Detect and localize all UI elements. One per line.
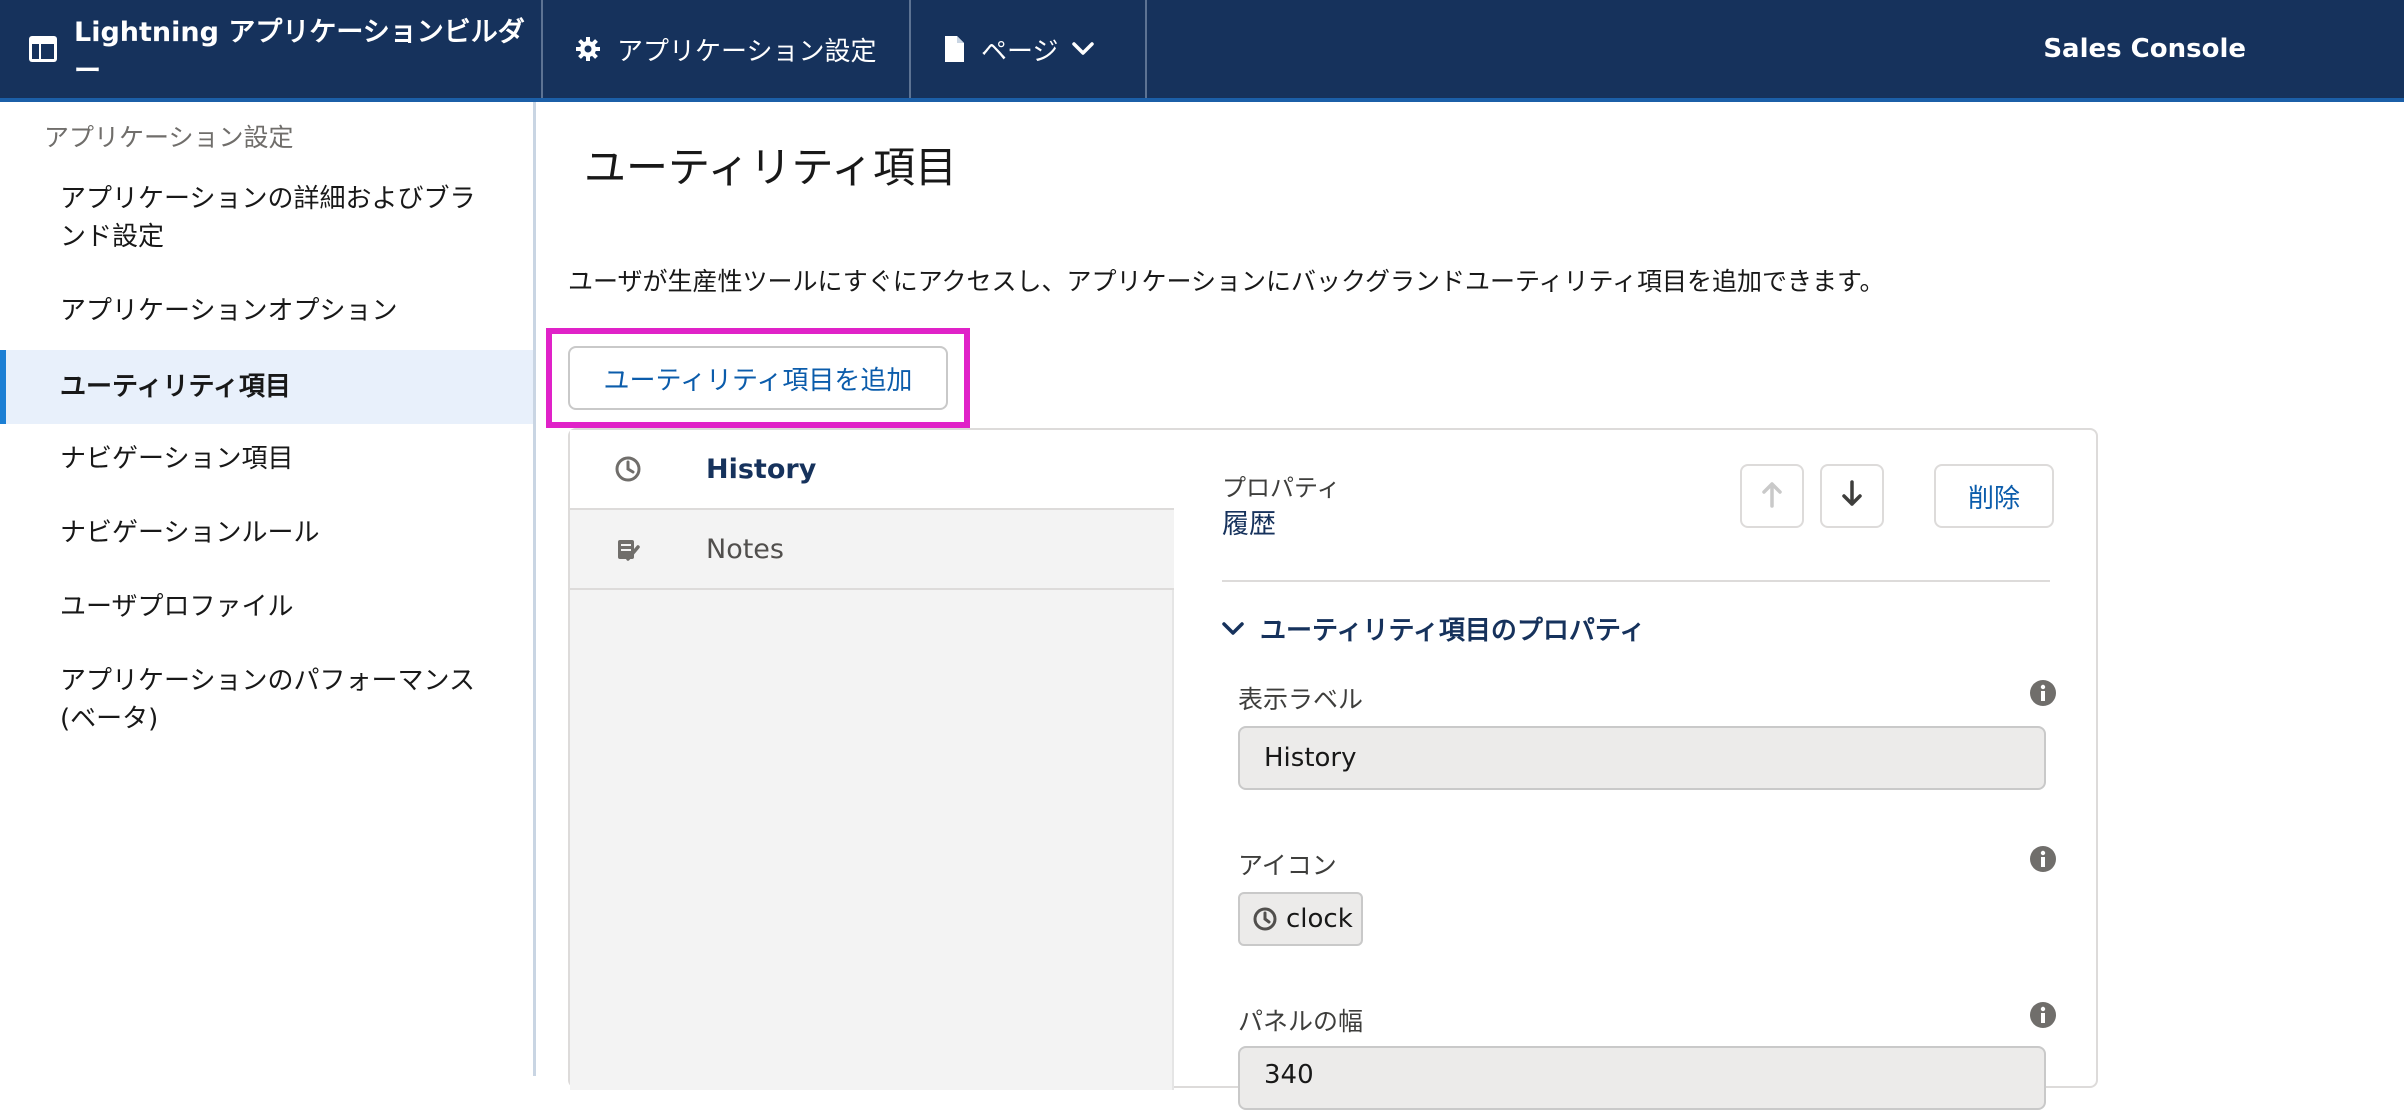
properties-panel: プロパティ 履歴 削除 ユーティリティ項目のプロパティ 表示ラベル Histor… bbox=[1222, 430, 2056, 1110]
move-down-button[interactable] bbox=[1820, 464, 1884, 528]
properties-caption: プロパティ bbox=[1222, 474, 1341, 502]
panel-width-input[interactable]: 340 bbox=[1238, 1046, 2046, 1110]
utility-list-item-history[interactable]: History bbox=[570, 430, 1174, 510]
sidebar-item-label-line2: ンド設定 bbox=[60, 222, 165, 252]
section-title: ユーティリティ項目のプロパティ bbox=[1260, 616, 1646, 646]
panel-width-caption: パネルの幅 bbox=[1238, 1007, 1364, 1036]
sidebar-item-app-options[interactable]: アプリケーションオプション bbox=[0, 292, 533, 330]
info-icon[interactable] bbox=[2028, 1000, 2058, 1030]
app-builder-brand: Lightning アプリケーションビルダー bbox=[0, 0, 543, 98]
pages-label: ページ bbox=[981, 36, 1059, 67]
add-utility-item-button[interactable]: ユーティリティ項目を追加 bbox=[568, 346, 948, 410]
sidebar-item-app-performance[interactable]: アプリケーションのパフォーマンス (ベータ) bbox=[0, 662, 533, 738]
delete-button[interactable]: 削除 bbox=[1934, 464, 2054, 528]
utility-list-item-notes[interactable]: Notes bbox=[570, 510, 1174, 590]
icon-selector-value: clock bbox=[1286, 904, 1353, 934]
sidebar-item-label: アプリケーションのパフォーマンス bbox=[60, 666, 475, 696]
utility-items-card: History Notes プロパティ 履歴 削除 ユーティリティ項目のプロパテ… bbox=[568, 428, 2098, 1110]
top-bar: Lightning アプリケーションビルダー アプリケーション設定 ページ Sa… bbox=[0, 0, 2404, 102]
sidebar-item-label: ナビゲーション項目 bbox=[60, 444, 294, 474]
utility-list-item-label: Notes bbox=[706, 533, 784, 565]
chevron-down-icon bbox=[1072, 42, 1095, 56]
app-builder-icon bbox=[28, 35, 58, 63]
sidebar-item-navigation-items[interactable]: ナビゲーション項目 bbox=[0, 440, 533, 478]
sidebar-item-utility-items[interactable]: ユーティリティ項目 bbox=[0, 350, 533, 424]
sidebar-item-label: アプリケーションの詳細およびブラ bbox=[60, 184, 476, 214]
sidebar-item-user-profiles[interactable]: ユーザプロファイル bbox=[0, 588, 533, 626]
sidebar-item-label-line2: (ベータ) bbox=[60, 704, 159, 734]
arrow-down-icon bbox=[1840, 480, 1864, 512]
utility-list-item-label: History bbox=[706, 453, 817, 485]
clock-icon bbox=[1252, 906, 1278, 932]
properties-item-name: 履歴 bbox=[1222, 509, 1276, 540]
sidebar-item-label: ユーティリティ項目 bbox=[60, 372, 291, 402]
display-label-caption: 表示ラベル bbox=[1238, 685, 1364, 714]
icon-caption: アイコン bbox=[1238, 851, 1337, 880]
info-icon[interactable] bbox=[2028, 844, 2058, 874]
brand-label: Lightning アプリケーションビルダー bbox=[74, 17, 525, 87]
display-label-input[interactable]: History bbox=[1238, 726, 2046, 790]
settings-sidebar: アプリケーション設定 アプリケーションの詳細およびブラ ンド設定 アプリケーショ… bbox=[0, 102, 536, 1076]
pages-dropdown[interactable]: ページ bbox=[911, 0, 1147, 98]
page-icon bbox=[943, 35, 965, 63]
notes-icon bbox=[604, 535, 652, 563]
info-icon[interactable] bbox=[2028, 678, 2058, 708]
move-up-button[interactable] bbox=[1740, 464, 1804, 528]
properties-divider bbox=[1222, 580, 2050, 582]
sidebar-item-label: ユーザプロファイル bbox=[60, 592, 294, 622]
app-name: Sales Console bbox=[2043, 34, 2246, 64]
icon-selector-pill[interactable]: clock bbox=[1238, 892, 1363, 946]
sidebar-item-navigation-rules[interactable]: ナビゲーションルール bbox=[0, 514, 533, 552]
clock-icon bbox=[604, 455, 652, 483]
gear-icon bbox=[575, 36, 601, 62]
utility-properties-section-toggle[interactable]: ユーティリティ項目のプロパティ bbox=[1222, 610, 1645, 647]
sidebar-item-app-details[interactable]: アプリケーションの詳細およびブラ ンド設定 bbox=[0, 180, 533, 256]
utility-list: History Notes bbox=[570, 430, 1174, 1090]
chevron-down-icon bbox=[1222, 621, 1244, 636]
page-title: ユーティリティ項目 bbox=[584, 143, 957, 192]
sidebar-item-label: ナビゲーションルール bbox=[60, 518, 320, 548]
sidebar-item-label: アプリケーションオプション bbox=[60, 296, 398, 326]
arrow-up-icon bbox=[1760, 480, 1784, 512]
app-settings-label: アプリケーション設定 bbox=[617, 36, 877, 67]
page-description: ユーザが生産性ツールにすぐにアクセスし、アプリケーションにバックグランドユーティ… bbox=[568, 267, 1885, 296]
sidebar-heading: アプリケーション設定 bbox=[44, 123, 294, 152]
app-settings-tab[interactable]: アプリケーション設定 bbox=[543, 0, 911, 98]
